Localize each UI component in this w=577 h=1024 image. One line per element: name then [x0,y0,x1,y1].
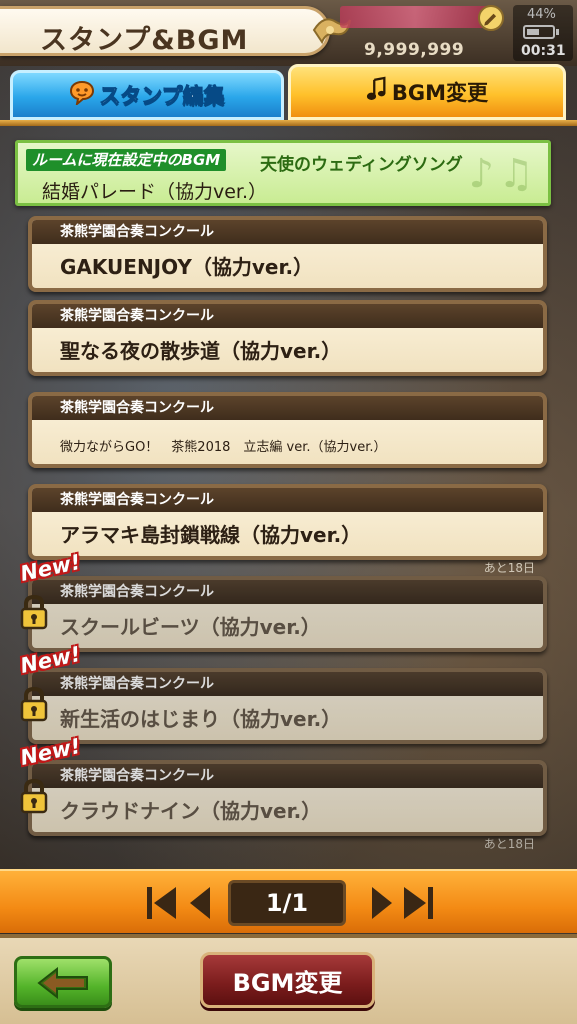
lock-icon [20,778,48,814]
battery-icon [523,25,559,39]
tab-bgm-label: BGM変更 [391,81,489,105]
item-title: スクールビーツ（協力ver.） [60,615,321,639]
item-category: 茶熊学園合奏コンクール [32,304,543,328]
last-page-icon[interactable] [400,883,436,923]
battery-percent: 44% [527,7,556,22]
speech-bubble-icon [69,79,95,111]
prev-page-icon[interactable] [184,883,220,923]
back-button[interactable] [14,956,112,1008]
tab-divider [0,120,577,126]
item-category: 茶熊学園合奏コンクール [32,488,543,512]
music-note-icon [366,76,388,108]
current-bgm-label: ルームに現在設定中のBGM [26,149,227,171]
footer-bar: BGM変更 [0,934,577,1024]
list-item[interactable]: 茶熊学園合奏コンクール GAKUENJOY（協力ver.） [28,216,547,292]
item-title: GAKUENJOY（協力ver.） [60,255,314,279]
first-page-icon[interactable] [144,883,180,923]
current-bgm-title: 天使のウェディングソング [260,155,463,175]
list-item-locked[interactable]: 茶熊学園合奏コンクール クラウドナイン（協力ver.） あと18日 [28,760,547,851]
device-status: 44% 00:31 [513,5,573,61]
tab-stamp-label: スタンプ編集 [99,84,225,109]
bgm-change-button[interactable]: BGM変更 [200,952,375,1008]
list-item[interactable]: 茶熊学園合奏コンクール 聖なる夜の散歩道（協力ver.） [28,300,547,376]
list-item-locked[interactable]: 茶熊学園合奏コンクール スクールビーツ（協力ver.） [28,576,547,652]
list-item[interactable]: 茶熊学園合奏コンクール アラマキ島封鎖戦線（協力ver.） あと18日 [28,484,547,575]
music-notes-icon: ♪♫ [468,151,538,197]
pager-bar: 1/1 [0,869,577,933]
currency-amount: 9,999,999 [364,40,465,60]
title-plate: スタンプ&BGM [0,6,330,56]
current-bgm-value: 結婚パレード（協力ver.） [42,181,268,203]
item-category: 茶熊学園合奏コンクール [32,764,543,788]
page-title: スタンプ&BGM [40,25,249,56]
tab-bar: スタンプ編集 BGM変更 [0,64,577,126]
page-indicator: 1/1 [228,880,346,926]
item-category: 茶熊学園合奏コンクール [32,220,543,244]
pencil-icon[interactable] [478,5,504,31]
list-item-locked[interactable]: 茶熊学園合奏コンクール 新生活のはじまり（協力ver.） [28,668,547,744]
list-item[interactable]: 茶熊学園合奏コンクール 微力ながらGO！ 茶熊2018 立志編 ver.（協力v… [28,392,547,468]
tab-stamp-edit[interactable]: スタンプ編集 [10,70,284,120]
item-category: 茶熊学園合奏コンクール [32,396,543,420]
item-title: 聖なる夜の散歩道（協力ver.） [60,339,342,363]
days-left-label: あと18日 [483,561,535,575]
item-category: 茶熊学園合奏コンクール [32,672,543,696]
current-bgm-panel: ルームに現在設定中のBGM 天使のウェディングソング 結婚パレード（協力ver.… [15,140,551,206]
header-bar: スタンプ&BGM 9,999,999 44% 00:31 [0,0,577,66]
item-title: クラウドナイン（協力ver.） [60,799,322,823]
back-arrow-icon [37,967,88,999]
item-title: 微力ながらGO！ 茶熊2018 立志編 ver.（協力ver.） [60,440,387,455]
item-title: アラマキ島封鎖戦線（協力ver.） [60,523,362,547]
next-page-icon[interactable] [364,883,400,923]
bgm-list[interactable]: 茶熊学園合奏コンクール GAKUENJOY（協力ver.） 茶熊学園合奏コンクー… [0,210,577,868]
lock-icon [20,594,48,630]
event-banner [340,6,490,28]
tab-bgm-change[interactable]: BGM変更 [288,64,566,120]
item-category: 茶熊学園合奏コンクール [32,580,543,604]
clock: 00:31 [521,43,566,59]
item-title: 新生活のはじまり（協力ver.） [60,707,342,731]
days-left-label: あと18日 [483,837,535,851]
lock-icon [20,686,48,722]
